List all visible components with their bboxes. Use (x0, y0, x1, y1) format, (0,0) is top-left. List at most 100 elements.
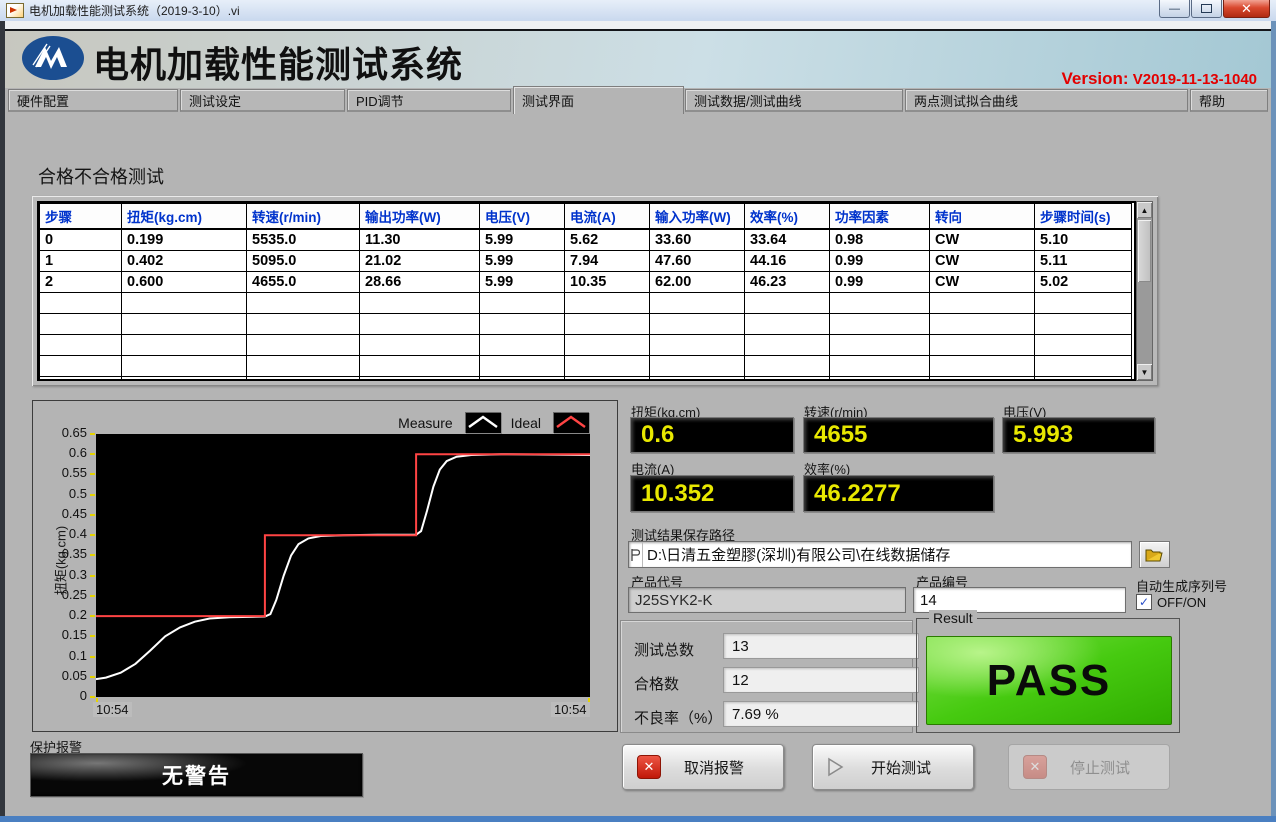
fail-rate-number: 7.69 % (732, 706, 779, 723)
table-cell (247, 377, 360, 382)
pass-count-number: 12 (732, 672, 749, 689)
window-title: 电机加载性能测试系统（2019-3-10）.vi (29, 2, 240, 19)
table-cell: 5.99 (480, 272, 565, 293)
tab-3[interactable]: PID调节 (347, 89, 511, 112)
legend-ideal-swatch[interactable] (553, 412, 589, 433)
y-tick-label: 0.55 (37, 465, 87, 480)
scroll-down-icon[interactable]: ▼ (1137, 364, 1152, 380)
table-cell (930, 335, 1035, 356)
table-cell (565, 335, 650, 356)
minimize-button[interactable]: — (1159, 0, 1190, 18)
app-icon (6, 3, 24, 18)
table-cell (247, 335, 360, 356)
table-cell (1035, 356, 1132, 377)
table-cell (745, 335, 830, 356)
table-cell (480, 356, 565, 377)
alarm-led: 无警告 (30, 753, 363, 797)
column-header: 输入功率(W) (650, 204, 745, 230)
table-cell (830, 293, 930, 314)
save-path-input[interactable]: D:\日清五金塑膠(深圳)有限公司\在线数据储存 (628, 541, 1132, 568)
table-cell (40, 293, 122, 314)
table-cell (360, 293, 480, 314)
checkbox-icon[interactable]: ✓ (1136, 594, 1152, 610)
column-header: 电流(A) (565, 204, 650, 230)
table-cell: 33.64 (745, 229, 830, 251)
y-tick (90, 433, 95, 435)
table-scrollbar[interactable]: ▲ ▼ (1136, 201, 1153, 381)
folder-icon (1145, 548, 1165, 562)
table-cell (480, 377, 565, 382)
y-tick-label: 0.5 (37, 486, 87, 501)
table-cell (650, 335, 745, 356)
tab-2[interactable]: 测试设定 (180, 89, 345, 112)
start-test-button[interactable]: 开始测试 (812, 744, 974, 790)
tab-7[interactable]: 帮助 (1190, 89, 1268, 112)
efficiency-value: 46.2277 (814, 480, 901, 508)
table-cell (650, 293, 745, 314)
table-cell: 44.16 (745, 251, 830, 272)
stats-group: 测试总数 13 合格数 12 不良率（%） 7.69 % (620, 620, 913, 733)
table-cell (830, 356, 930, 377)
cancel-alarm-button[interactable]: ✕ 取消报警 (622, 744, 784, 790)
table-cell (1035, 377, 1132, 382)
table-cell (650, 314, 745, 335)
test-table-panel: 步骤扭矩(kg.cm)转速(r/min)输出功率(W)电压(V)电流(A)输入功… (32, 196, 1158, 386)
cancel-alarm-icon: ✕ (637, 755, 661, 779)
efficiency-indicator: 46.2277 (803, 475, 994, 512)
column-header: 效率(%) (745, 204, 830, 230)
tab-6[interactable]: 两点测试拟合曲线 (905, 89, 1188, 112)
fail-rate-label: 不良率（%） (634, 707, 722, 728)
y-tick-label: 0.65 (37, 425, 87, 440)
table-cell (360, 356, 480, 377)
section-title: 合格不合格测试 (38, 163, 164, 189)
legend-ideal-label: Ideal (511, 415, 541, 431)
y-tick (90, 534, 95, 536)
table-cell (830, 335, 930, 356)
y-tick-label: 0 (37, 688, 87, 703)
close-icon: ✕ (1241, 1, 1252, 17)
table-cell: 0.199 (122, 229, 247, 251)
tab-5[interactable]: 测试数据/测试曲线 (685, 89, 903, 112)
legend-measure-swatch[interactable] (465, 412, 501, 433)
table-cell (930, 356, 1035, 377)
browse-folder-button[interactable] (1139, 541, 1170, 568)
y-tick (90, 554, 95, 556)
voltage-value: 5.993 (1013, 421, 1073, 449)
table-cell (247, 314, 360, 335)
tab-4[interactable]: 测试界面 (513, 86, 684, 114)
legend-measure-label: Measure (398, 415, 452, 431)
y-tick-label: 0.15 (37, 627, 87, 642)
table-cell (40, 377, 122, 382)
y-tick (90, 453, 95, 455)
save-path-value: D:\日清五金塑膠(深圳)有限公司\在线数据储存 (643, 544, 950, 565)
maximize-button[interactable] (1191, 0, 1222, 18)
table-cell (40, 335, 122, 356)
product-code-input: J25SYK2-K (628, 587, 906, 613)
test-table[interactable]: 步骤扭矩(kg.cm)转速(r/min)输出功率(W)电压(V)电流(A)输入功… (37, 201, 1136, 381)
table-cell (745, 293, 830, 314)
column-header: 输出功率(W) (360, 204, 480, 230)
column-header: 步骤 (40, 204, 122, 230)
scroll-up-icon[interactable]: ▲ (1137, 202, 1152, 218)
column-header: 转向 (930, 204, 1035, 230)
auto-serial-toggle[interactable]: ✓ OFF/ON (1136, 594, 1206, 610)
table-cell: 28.66 (360, 272, 480, 293)
table-cell: 10.35 (565, 272, 650, 293)
close-button[interactable]: ✕ (1223, 0, 1270, 18)
tab-bar: 硬件配置测试设定PID调节测试界面测试数据/测试曲线两点测试拟合曲线帮助 (5, 88, 1271, 114)
scrollbar-thumb[interactable] (1138, 220, 1151, 282)
product-code-value: J25SYK2-K (635, 592, 713, 609)
tab-1[interactable]: 硬件配置 (8, 89, 178, 112)
table-cell: 0.402 (122, 251, 247, 272)
table-cell: 21.02 (360, 251, 480, 272)
table-cell: 7.94 (565, 251, 650, 272)
stop-test-label: 停止测试 (1061, 757, 1139, 778)
minimize-icon: — (1169, 3, 1180, 15)
title-bar: 电机加载性能测试系统（2019-3-10）.vi — ✕ (0, 0, 1276, 22)
series-ideal (96, 454, 590, 616)
play-icon (827, 757, 845, 777)
table-cell (1035, 293, 1132, 314)
plot-area (96, 434, 590, 697)
table-cell: 1 (40, 251, 122, 272)
table-cell (247, 293, 360, 314)
